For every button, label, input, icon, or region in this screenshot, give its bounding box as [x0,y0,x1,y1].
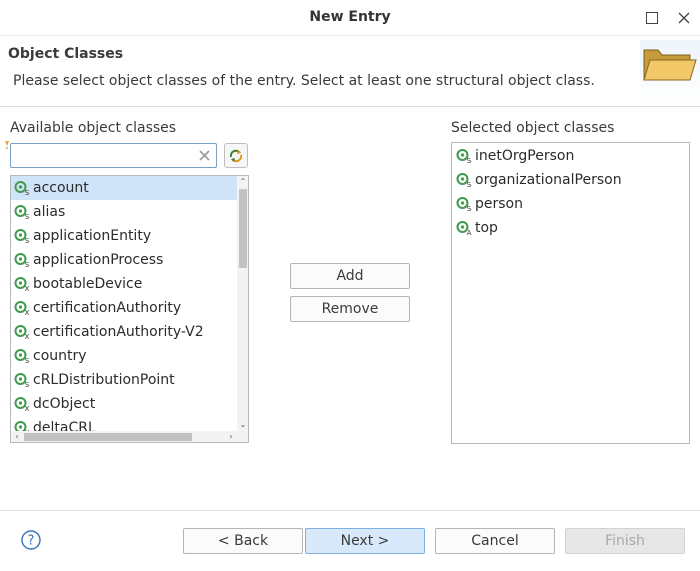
add-button[interactable]: Add [290,263,410,289]
available-list-item[interactable]: SapplicationProcess [11,248,237,272]
selected-list-item[interactable]: Sperson [453,192,689,216]
folder-banner [640,40,700,103]
finish-button: Finish [565,528,685,554]
object-class-label: top [475,220,498,236]
next-button[interactable]: Next > [305,528,425,554]
available-list-item[interactable]: Scountry [11,344,237,368]
object-class-icon: S [11,224,33,248]
svg-text:A: A [467,229,472,236]
object-class-label: country [33,348,87,364]
title-bar: New Entry [0,0,700,36]
object-class-label: cRLDistributionPoint [33,372,175,388]
available-list-item[interactable]: XbootableDevice [11,272,237,296]
refresh-button[interactable] [224,143,248,168]
help-icon: ? [21,530,41,550]
selected-list[interactable]: SinetOrgPerson SorganizationalPerson Spers… [451,142,690,444]
svg-text:?: ? [28,534,35,549]
window-title: New Entry [309,9,391,25]
object-class-icon: X [11,272,33,296]
svg-text:S: S [467,157,472,164]
object-class-icon: S [453,144,475,168]
svg-text:X: X [25,405,30,412]
page-title: Object Classes [8,46,124,62]
available-list-item[interactable]: SapplicationEntity [11,224,237,248]
object-class-label: certificationAuthority-V2 [33,324,204,340]
svg-text:S: S [25,189,30,196]
object-class-icon: X [11,392,33,416]
remove-button[interactable]: Remove [290,296,410,322]
page-description: Please select object classes of the entr… [13,73,595,89]
svg-text:S: S [25,357,30,364]
available-list-item[interactable]: XdcObject [11,392,237,416]
scroll-down-icon[interactable]: ⌄ [237,419,248,431]
back-button[interactable]: < Back [183,528,303,554]
close-icon [678,12,690,24]
object-class-label: organizationalPerson [475,172,622,188]
object-class-icon: S [453,168,475,192]
scroll-left-icon[interactable]: ‹ [11,431,23,442]
selected-label: Selected object classes [451,120,615,136]
object-class-label: inetOrgPerson [475,148,575,164]
available-list-item[interactable]: ScRLDistributionPoint [11,368,237,392]
svg-text:S: S [25,261,30,268]
object-class-icon: S [11,248,33,272]
vertical-scrollbar[interactable]: ⌃ ⌄ [237,176,248,431]
svg-text:S: S [467,205,472,212]
object-class-icon: S [453,192,475,216]
svg-text:S: S [467,181,472,188]
maximize-button[interactable] [642,8,662,28]
maximize-icon [646,12,658,24]
object-class-label: alias [33,204,66,220]
object-class-label: applicationProcess [33,252,164,268]
available-list-item[interactable]: XcertificationAuthority-V2 [11,320,237,344]
object-class-icon: X [11,296,33,320]
object-class-label: applicationEntity [33,228,152,244]
refresh-icon [229,149,243,162]
selected-list-item[interactable]: Atop [453,216,689,240]
svg-text:X: X [25,333,30,340]
footer-divider [0,510,700,511]
object-class-label: dcObject [33,396,96,412]
horizontal-scrollbar[interactable]: ‹ › [11,431,237,442]
svg-text:X: X [25,309,30,316]
filter-box [10,143,217,168]
object-class-icon: S [11,200,33,224]
scroll-thumb-horizontal[interactable] [24,433,192,441]
object-class-label: account [33,180,89,196]
object-class-label: person [475,196,523,212]
selected-list-item[interactable]: SorganizationalPerson [453,168,689,192]
selected-list-item[interactable]: SinetOrgPerson [453,144,689,168]
clear-icon[interactable] [197,148,212,163]
cancel-button[interactable]: Cancel [435,528,555,554]
object-class-icon: S [11,344,33,368]
object-class-icon: S [11,176,33,200]
available-label: Available object classes [10,120,177,136]
scroll-corner [237,431,248,442]
close-button[interactable] [674,8,694,28]
svg-text:X: X [25,285,30,292]
svg-text:S: S [25,381,30,388]
folder-icon [643,49,697,81]
filter-input[interactable] [14,146,194,165]
object-class-label: certificationAuthority [33,300,182,316]
object-class-icon: S [11,368,33,392]
available-list[interactable]: Saccount Salias SapplicationEntity Sapplica… [10,175,249,443]
svg-text:S: S [25,237,30,244]
object-class-icon: X [11,320,33,344]
svg-text:S: S [25,213,30,220]
help-button[interactable]: ? [21,530,41,550]
wizard-header: Object Classes Please select object clas… [0,37,700,107]
object-class-icon: A [453,216,475,240]
scroll-thumb[interactable] [239,189,247,268]
available-list-item[interactable]: Salias [11,200,237,224]
scroll-right-icon[interactable]: › [225,431,237,442]
available-list-item[interactable]: XcertificationAuthority [11,296,237,320]
available-list-item[interactable]: Saccount [11,176,237,200]
object-class-label: bootableDevice [33,276,143,292]
scroll-up-icon[interactable]: ⌃ [237,176,248,188]
